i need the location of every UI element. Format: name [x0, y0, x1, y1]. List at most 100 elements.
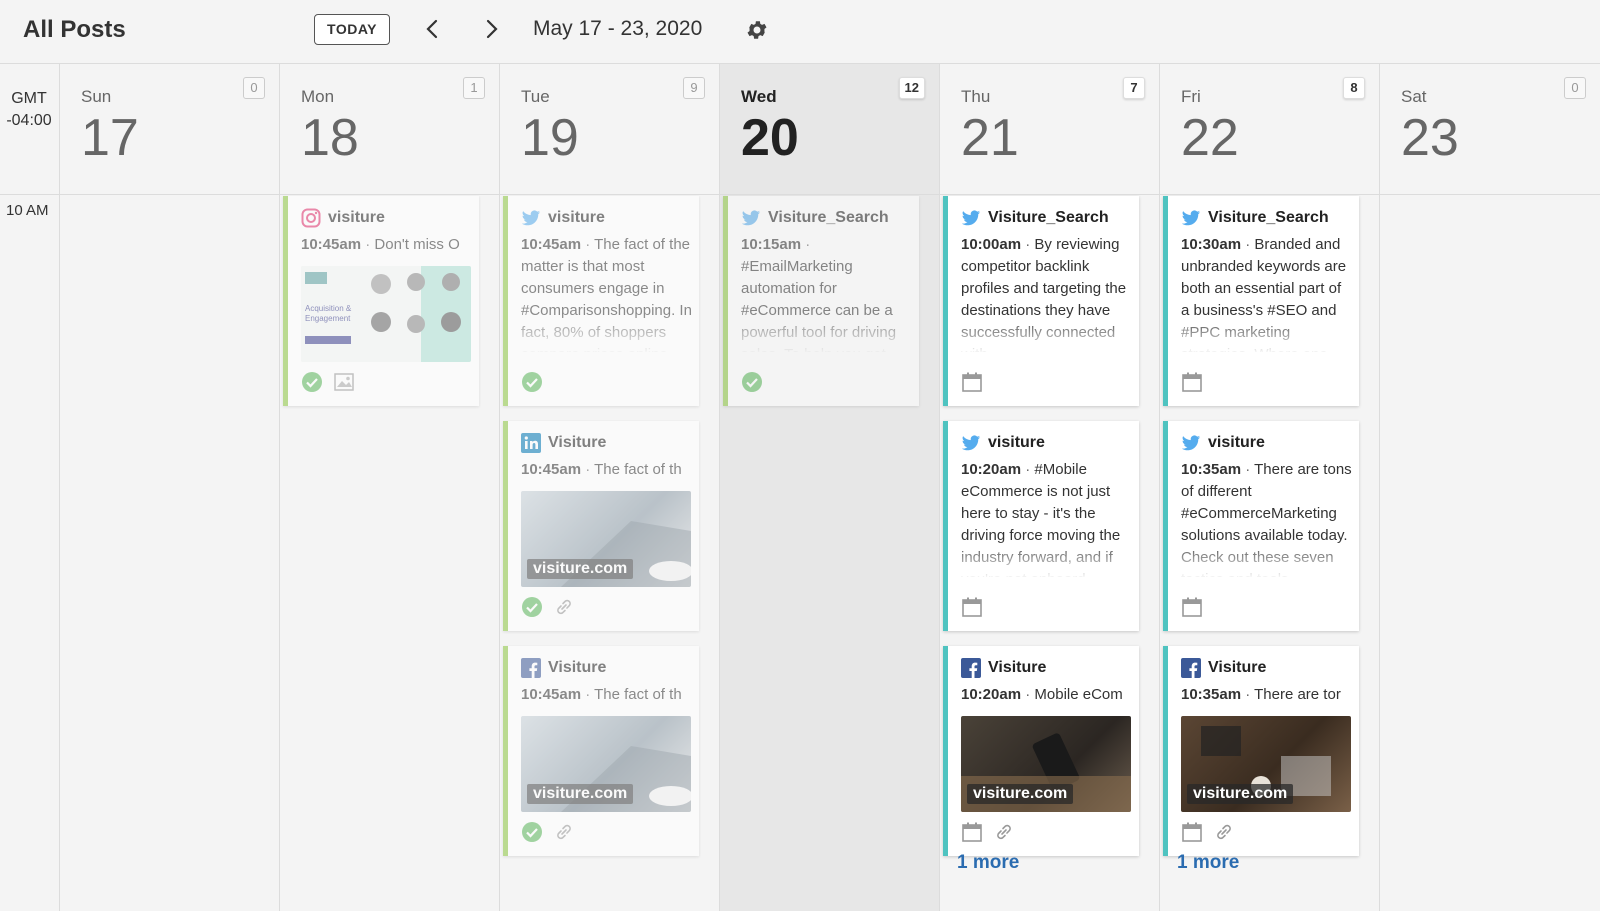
link-icon [557, 824, 571, 840]
day-name: Sat [1401, 87, 1427, 106]
post-card[interactable]: Visiture_Search 10:30am · Branded and un… [1163, 196, 1359, 406]
day-column-tue[interactable]: Tue 19 9 visiture 10:45am · The fact of … [500, 64, 720, 911]
image-link-label: visiture.com [967, 784, 1074, 804]
day-column-wed[interactable]: Wed 20 12 Visiture_Search 10:15am · #Ema… [720, 64, 940, 911]
post-count-badge: 8 [1343, 77, 1365, 99]
day-column-sat[interactable]: Sat 23 0 [1380, 64, 1600, 911]
day-column-mon[interactable]: Mon 18 1 visiture 10:45am · Don't miss O [280, 64, 500, 911]
day-name: Wed [741, 87, 777, 106]
day-column-fri[interactable]: Fri 22 8 Visiture_Search 10:30am · Brand… [1160, 64, 1380, 911]
post-card[interactable]: visiture 10:35am · There are tons of dif… [1163, 421, 1359, 631]
time-slot-label: 10 AM [6, 202, 49, 219]
post-author: visiture [988, 434, 1045, 451]
facebook-icon [521, 658, 541, 678]
twitter-icon [1181, 435, 1201, 451]
post-count-badge: 12 [898, 77, 925, 99]
calendar-icon [1182, 822, 1202, 842]
check-circle-icon [302, 372, 322, 392]
day-column-thu[interactable]: Thu 21 7 Visiture_Search 10:00am · By re… [940, 64, 1160, 911]
link-icon [1217, 824, 1231, 840]
twitter-icon [961, 210, 981, 226]
post-image: visiture.com [961, 716, 1131, 812]
header-divider [0, 194, 1600, 195]
linkedin-icon [521, 433, 541, 453]
day-number: 21 [961, 109, 1019, 167]
day-number: 23 [1401, 109, 1459, 167]
post-card[interactable]: visiture 10:20am · #Mobile eCommerce is … [943, 421, 1139, 631]
check-circle-icon [742, 372, 762, 392]
check-circle-icon [522, 822, 542, 842]
day-number: 20 [741, 109, 799, 167]
post-count-badge: 7 [1123, 77, 1145, 99]
post-count-badge: 0 [243, 77, 265, 99]
post-card[interactable]: Visiture_Search 10:15am · #EmailMarketin… [723, 196, 919, 406]
post-count-badge: 0 [1564, 77, 1586, 99]
day-name: Tue [521, 87, 550, 106]
post-text: 10:45am · The fact of th [521, 686, 682, 703]
post-card[interactable]: visiture 10:45am · The fact of the matte… [503, 196, 699, 406]
post-card[interactable]: Visiture 10:45am · The fact of th visitu… [503, 646, 699, 856]
post-author: visiture [548, 209, 605, 226]
image-link-label: visiture.com [527, 784, 634, 804]
post-image: visiture.com [521, 716, 691, 812]
timezone-column: GMT -04:00 10 AM [0, 64, 60, 911]
check-circle-icon [522, 597, 542, 617]
day-number: 22 [1181, 109, 1239, 167]
link-icon [557, 599, 571, 615]
post-author: visiture [1208, 434, 1265, 451]
post-card[interactable]: Visiture 10:35am · There are tor visitur… [1163, 646, 1359, 856]
day-name: Fri [1181, 87, 1201, 106]
facebook-icon [961, 658, 981, 678]
day-number: 18 [301, 109, 359, 167]
chevron-right-icon[interactable] [476, 14, 506, 44]
image-icon [334, 373, 354, 391]
post-author: Visiture [1208, 659, 1267, 676]
day-name: Thu [961, 87, 991, 106]
chevron-left-icon[interactable] [418, 14, 448, 44]
post-count-badge: 1 [463, 77, 485, 99]
top-bar: All Posts TODAY May 17 - 23, 2020 [0, 0, 1600, 64]
twitter-icon [961, 435, 981, 451]
instagram-icon [301, 208, 321, 228]
post-author: Visiture [548, 659, 607, 676]
gear-icon[interactable] [745, 18, 769, 42]
day-number: 19 [521, 109, 579, 167]
post-image: Acquisition & Engagement [301, 266, 471, 362]
more-posts-link[interactable]: 1 more [1177, 852, 1239, 874]
page-title: All Posts [23, 16, 126, 43]
post-image: visiture.com [521, 491, 691, 587]
calendar-icon [1182, 372, 1202, 392]
calendar-icon [962, 597, 982, 617]
more-posts-link[interactable]: 1 more [957, 852, 1019, 874]
post-text: 10:20am · Mobile eCom [961, 686, 1123, 703]
day-name: Mon [301, 87, 335, 106]
check-circle-icon [522, 372, 542, 392]
post-text: 10:45am · The fact of th [521, 461, 682, 478]
week-calendar: GMT -04:00 10 AM Sun 17 0 Mon 18 1 visit… [0, 64, 1600, 911]
facebook-icon [1181, 658, 1201, 678]
post-author: Visiture [988, 659, 1047, 676]
day-column-sun[interactable]: Sun 17 0 [60, 64, 280, 911]
post-card[interactable]: Visiture_Search 10:00am · By reviewing c… [943, 196, 1139, 406]
today-button[interactable]: TODAY [314, 14, 390, 45]
post-card[interactable]: Visiture 10:20am · Mobile eCom visiture.… [943, 646, 1139, 856]
twitter-icon [1181, 210, 1201, 226]
day-number: 17 [81, 109, 139, 167]
day-name: Sun [81, 87, 112, 106]
image-link-label: visiture.com [1187, 784, 1294, 804]
post-card[interactable]: visiture 10:45am · Don't miss O Acquisit… [283, 196, 479, 406]
post-author: Visiture [548, 434, 607, 451]
post-image: visiture.com [1181, 716, 1351, 812]
calendar-icon [962, 372, 982, 392]
date-range-label: May 17 - 23, 2020 [533, 17, 703, 40]
post-author: visiture [328, 209, 385, 226]
post-text: 10:35am · There are tor [1181, 686, 1341, 703]
timezone-label: GMT -04:00 [6, 90, 52, 129]
post-count-badge: 9 [683, 77, 705, 99]
calendar-icon [962, 822, 982, 842]
post-card[interactable]: Visiture 10:45am · The fact of th visitu… [503, 421, 699, 631]
post-author: Visiture_Search [768, 209, 889, 226]
post-text: 10:45am · Don't miss O [301, 236, 460, 253]
post-author: Visiture_Search [988, 209, 1109, 226]
twitter-icon [741, 210, 761, 226]
